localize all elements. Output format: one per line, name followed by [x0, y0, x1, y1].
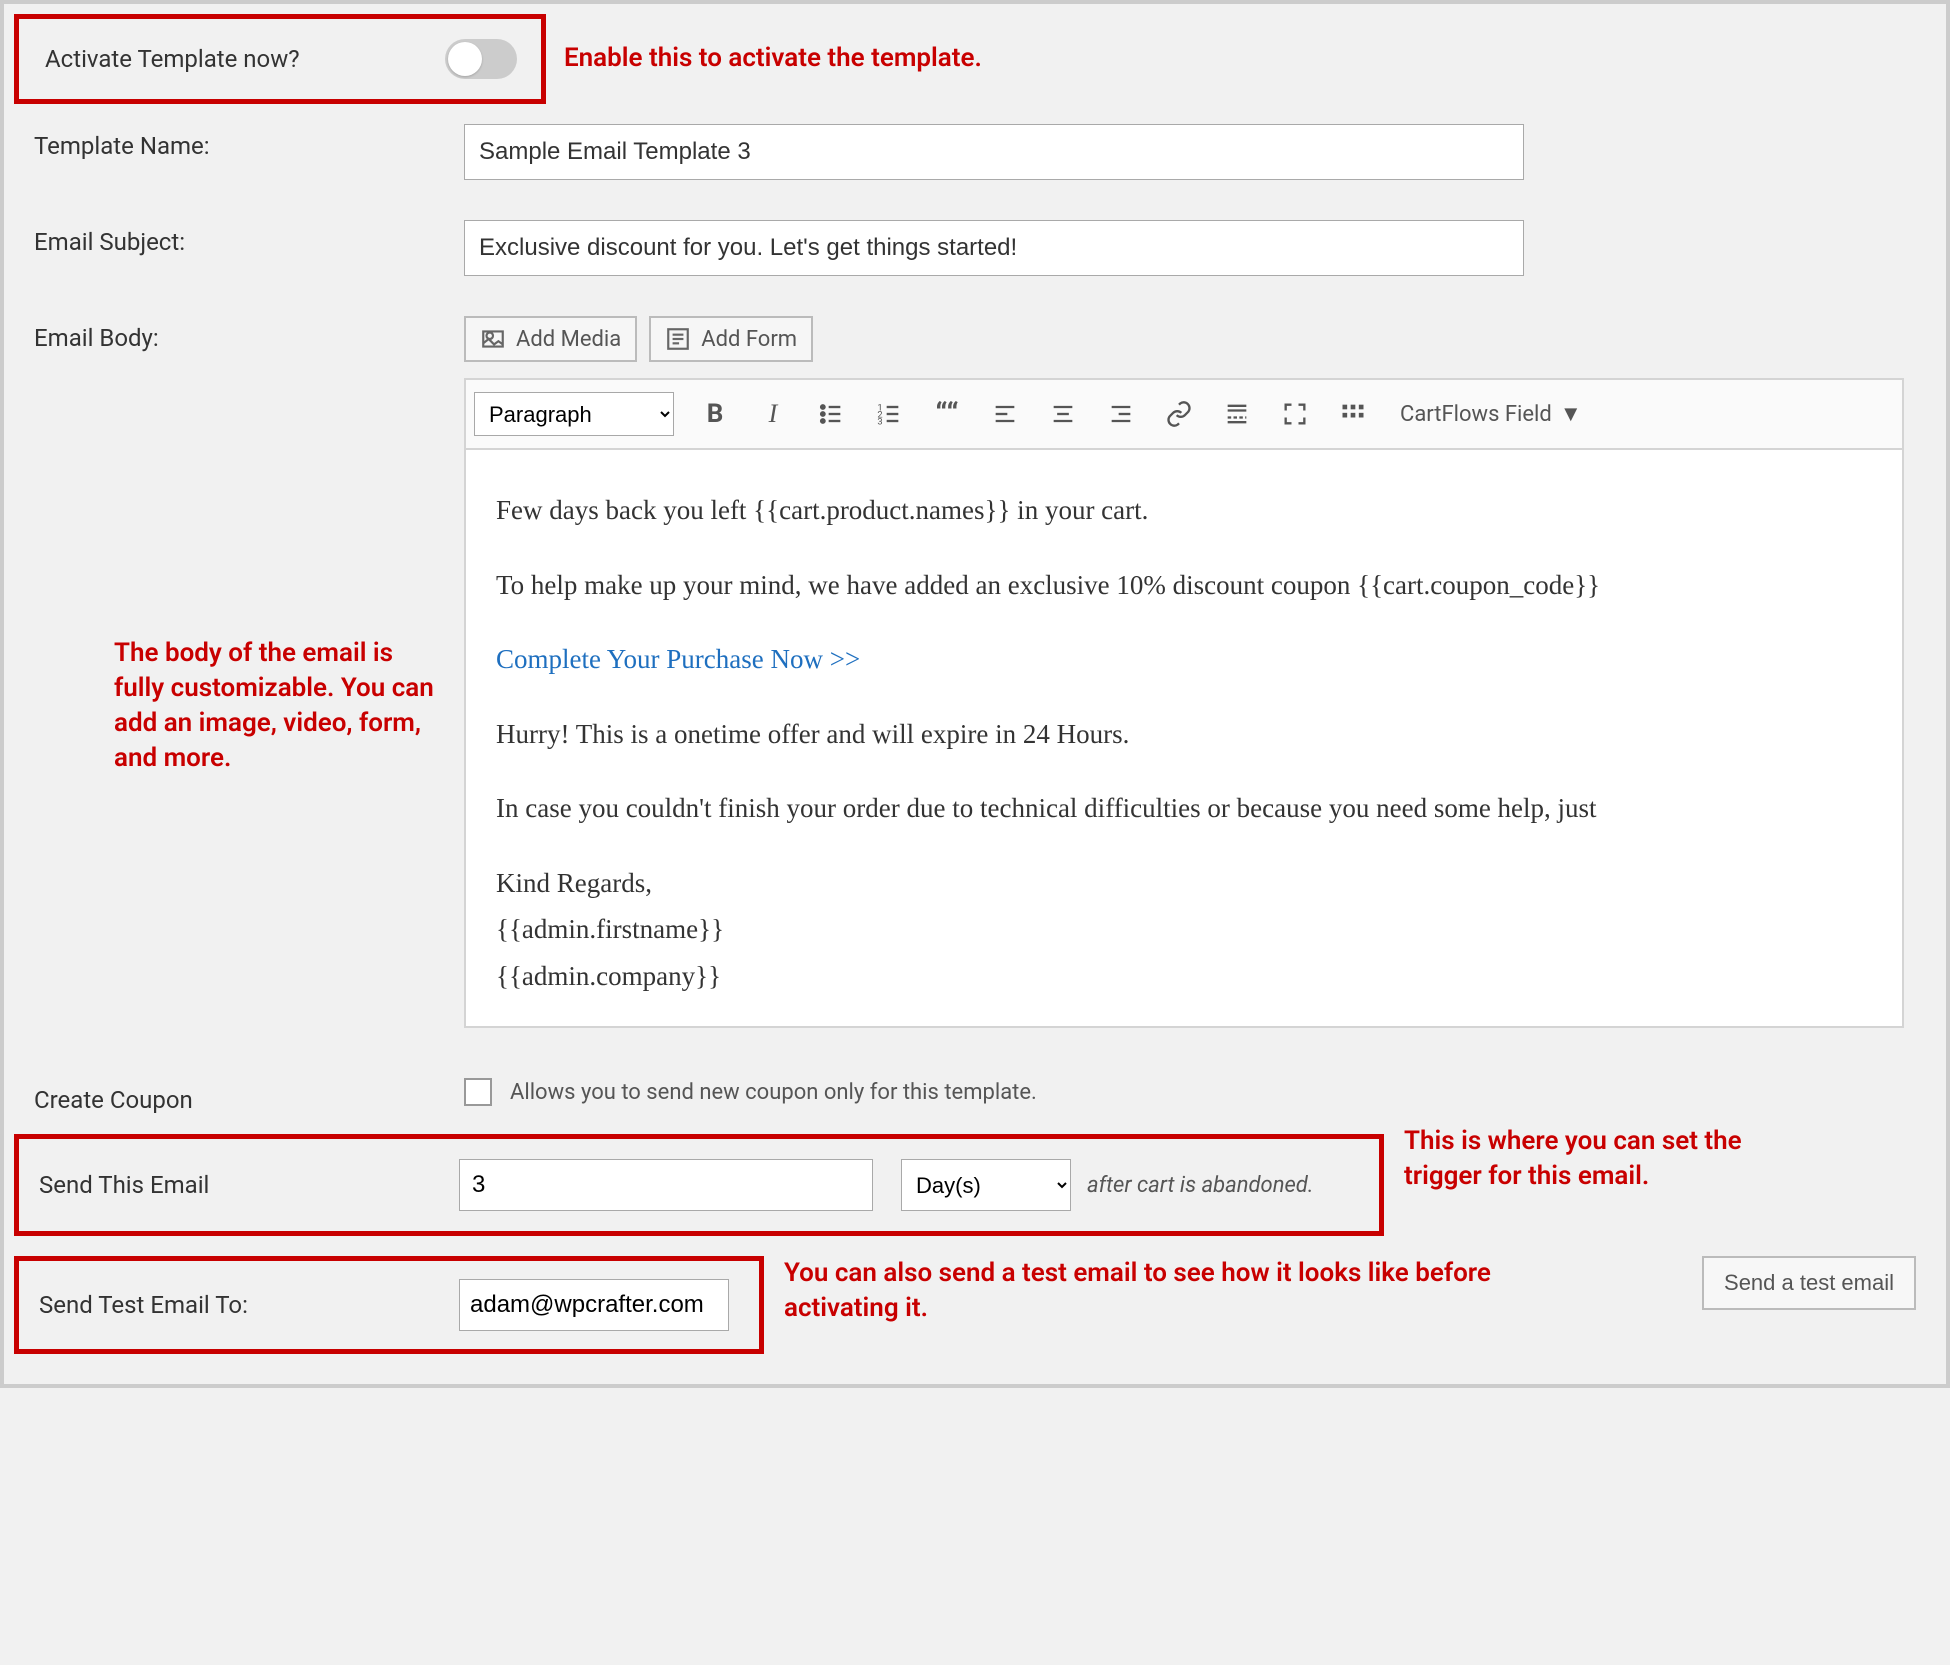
- italic-button[interactable]: I: [748, 392, 798, 436]
- activate-toggle[interactable]: [445, 39, 517, 79]
- align-left-icon: [991, 400, 1019, 428]
- send-email-annotation: This is where you can set the trigger fo…: [1404, 1124, 1814, 1194]
- send-test-email-input[interactable]: [459, 1279, 729, 1331]
- numbered-list-button[interactable]: 123: [864, 392, 914, 436]
- chevron-down-icon: ▼: [1560, 401, 1582, 427]
- email-subject-input[interactable]: [464, 220, 1524, 276]
- add-form-button[interactable]: Add Form: [649, 316, 813, 362]
- template-name-label: Template Name:: [34, 124, 464, 160]
- body-line: Hurry! This is a onetime offer and will …: [496, 714, 1872, 755]
- align-center-icon: [1049, 400, 1077, 428]
- media-icon: [480, 326, 506, 352]
- body-line: In case you couldn't finish your order d…: [496, 788, 1872, 829]
- list-ul-icon: [817, 400, 845, 428]
- send-email-value-input[interactable]: [459, 1159, 873, 1211]
- blockquote-button[interactable]: ““: [922, 392, 972, 436]
- email-body-annotation: The body of the email is fully customiza…: [114, 636, 444, 776]
- cartflows-field-label: CartFlows Field: [1400, 402, 1552, 427]
- toggle-knob: [448, 42, 482, 76]
- body-line: Kind Regards,: [496, 863, 1872, 904]
- send-test-label: Send Test Email To:: [39, 1291, 459, 1319]
- list-ol-icon: 123: [875, 400, 903, 428]
- activate-label: Activate Template now?: [45, 45, 445, 73]
- link-icon: [1165, 400, 1193, 428]
- bullet-list-button[interactable]: [806, 392, 856, 436]
- fullscreen-icon: [1281, 400, 1309, 428]
- format-select[interactable]: Paragraph: [474, 392, 674, 436]
- bold-button[interactable]: B: [690, 392, 740, 436]
- create-coupon-checkbox[interactable]: [464, 1078, 492, 1106]
- align-center-button[interactable]: [1038, 392, 1088, 436]
- readmore-button[interactable]: [1212, 392, 1262, 436]
- align-left-button[interactable]: [980, 392, 1030, 436]
- svg-text:3: 3: [877, 417, 882, 428]
- email-body-editor[interactable]: Few days back you left {{cart.product.na…: [464, 448, 1904, 1028]
- align-right-button[interactable]: [1096, 392, 1146, 436]
- create-coupon-desc: Allows you to send new coupon only for t…: [510, 1080, 1037, 1105]
- send-email-label: Send This Email: [39, 1171, 459, 1199]
- align-right-icon: [1107, 400, 1135, 428]
- activate-annotation: Enable this to activate the template.: [564, 41, 982, 76]
- template-name-input[interactable]: [464, 124, 1524, 180]
- fullscreen-button[interactable]: [1270, 392, 1320, 436]
- body-line: {{admin.firstname}}: [496, 909, 1872, 950]
- send-email-unit-select[interactable]: Day(s): [901, 1159, 1071, 1211]
- body-line: {{admin.company}}: [496, 956, 1872, 997]
- create-coupon-label: Create Coupon: [34, 1078, 464, 1114]
- editor-toolbar: Paragraph B I 123 ““: [464, 378, 1904, 448]
- body-line: Few days back you left {{cart.product.na…: [496, 490, 1872, 531]
- add-media-label: Add Media: [516, 327, 621, 352]
- link-button[interactable]: [1154, 392, 1204, 436]
- send-email-suffix: after cart is abandoned.: [1087, 1173, 1313, 1198]
- form-icon: [665, 326, 691, 352]
- cartflows-field-dropdown[interactable]: CartFlows Field ▼: [1400, 401, 1582, 427]
- email-subject-label: Email Subject:: [34, 220, 464, 256]
- readmore-icon: [1223, 400, 1251, 428]
- add-form-label: Add Form: [701, 327, 797, 352]
- send-test-email-button[interactable]: Send a test email: [1702, 1256, 1916, 1310]
- kitchen-sink-icon: [1338, 400, 1368, 428]
- body-line: To help make up your mind, we have added…: [496, 565, 1872, 606]
- toolbar-toggle-button[interactable]: [1328, 392, 1378, 436]
- email-body-label: Email Body:: [34, 324, 159, 352]
- complete-purchase-link[interactable]: Complete Your Purchase Now >>: [496, 639, 1872, 680]
- send-test-annotation: You can also send a test email to see ho…: [784, 1256, 1524, 1326]
- add-media-button[interactable]: Add Media: [464, 316, 637, 362]
